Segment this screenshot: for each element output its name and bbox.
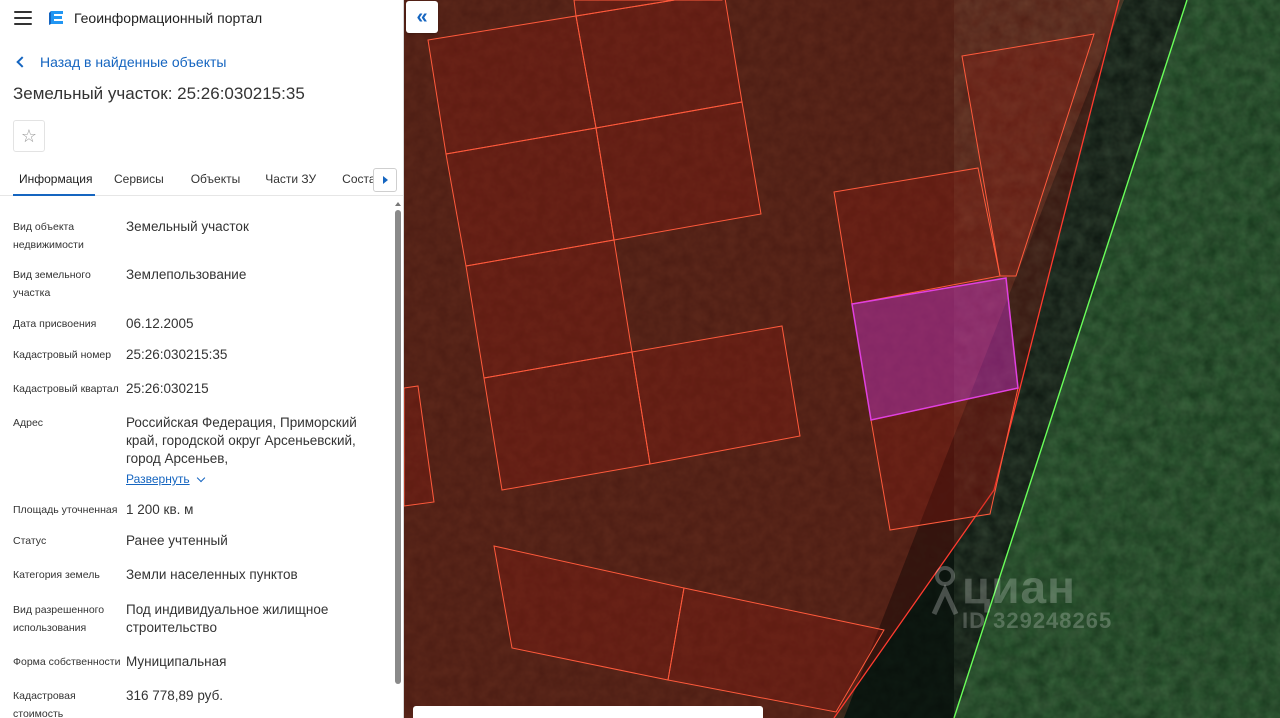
back-link-label: Назад в найденные объекты xyxy=(40,54,227,70)
property-row: Статус Ранее учтенный xyxy=(0,532,392,550)
expand-label: Развернуть xyxy=(126,472,190,486)
map-view[interactable] xyxy=(404,0,1280,718)
double-chevron-left-icon: « xyxy=(416,5,428,28)
property-label: Статус xyxy=(13,535,47,547)
property-value: 06.12.2005 xyxy=(126,316,194,331)
map-canvas xyxy=(404,0,1280,718)
property-value: 316 778,89 руб. xyxy=(126,688,224,703)
watermark-pin-icon xyxy=(931,566,959,616)
menu-icon[interactable] xyxy=(14,11,32,25)
tab-parcel-parts[interactable]: Части ЗУ xyxy=(265,164,316,196)
tabs-scroll-right-button[interactable] xyxy=(373,168,397,192)
property-label: Кадастровая стоимость xyxy=(13,690,76,718)
expand-address-link[interactable]: Развернуть xyxy=(126,470,205,488)
page-title: Земельный участок: 25:26:030215:35 xyxy=(13,84,305,103)
property-value: Земельный участок xyxy=(126,219,249,234)
property-row: Категория земель Земли населенных пункто… xyxy=(0,566,392,584)
property-row-address: Адрес Российская Федерация, Приморский к… xyxy=(0,414,392,488)
property-value: Муниципальная xyxy=(126,654,227,669)
property-value: Земли населенных пунктов xyxy=(126,567,298,582)
map-bottom-toolbar[interactable] xyxy=(413,706,763,718)
property-label: Вид разрешенного использования xyxy=(13,604,105,634)
property-value: Под индивидуальное жилищное строительств… xyxy=(126,602,329,635)
property-row: Вид разрешенного использования Под индив… xyxy=(0,601,392,637)
tab-services[interactable]: Сервисы xyxy=(114,164,164,196)
property-value: 1 200 кв. м xyxy=(126,502,194,517)
property-row: Форма собственности Муниципальная xyxy=(0,653,392,671)
portal-logo-icon xyxy=(49,11,63,25)
property-label: Вид земельного участка xyxy=(13,269,91,299)
property-row: Дата присвоения 06.12.2005 xyxy=(0,315,392,333)
property-label: Адрес xyxy=(13,417,44,429)
property-label: Категория земель xyxy=(13,569,100,581)
property-label: Кадастровый номер xyxy=(13,349,112,361)
back-to-results-link[interactable]: Назад в найденные объекты xyxy=(0,50,403,74)
property-value: Ранее учтенный xyxy=(126,533,228,548)
property-label: Вид объекта недвижимости xyxy=(13,221,84,251)
portal-title: Геоинформационный портал xyxy=(74,10,263,26)
collapse-panel-button[interactable]: « xyxy=(406,1,438,33)
top-bar: Геоинформационный портал xyxy=(0,0,403,36)
property-row: Площадь уточненная 1 200 кв. м xyxy=(0,501,392,519)
star-icon: ☆ xyxy=(20,125,38,146)
tab-objects[interactable]: Объекты xyxy=(191,164,241,196)
property-label: Форма собственности xyxy=(13,656,121,668)
tab-information[interactable]: Информация xyxy=(13,164,95,196)
watermark: циан ID 329248265 xyxy=(928,560,1112,634)
panel-scrollbar[interactable] xyxy=(393,200,403,718)
property-row: Вид объекта недвижимости Земельный участ… xyxy=(0,218,392,254)
property-value: 25:26:030215:35 xyxy=(126,347,228,362)
property-value: Землепользование xyxy=(126,267,247,282)
property-row: Вид земельного участка Землепользование xyxy=(0,266,392,302)
scroll-up-arrow-icon[interactable] xyxy=(395,202,401,206)
chevron-down-icon xyxy=(196,473,205,482)
property-row: Кадастровая стоимость 316 778,89 руб. xyxy=(0,687,392,718)
info-panel: Геоинформационный портал Назад в найденн… xyxy=(0,0,404,718)
caret-right-icon xyxy=(382,176,388,184)
property-label: Площадь уточненная xyxy=(13,504,118,516)
property-label: Кадастровый квартал xyxy=(13,383,119,395)
property-row: Кадастровый квартал 25:26:030215 xyxy=(0,380,392,398)
property-label: Дата присвоения xyxy=(13,318,97,330)
chevron-left-icon xyxy=(16,56,28,68)
scroll-thumb[interactable] xyxy=(395,210,401,684)
address-value: Российская Федерация, Приморский край, г… xyxy=(126,415,357,466)
tab-bar: Информация Сервисы Объекты Части ЗУ Сост… xyxy=(0,164,403,196)
property-value: 25:26:030215 xyxy=(126,381,209,396)
favorite-button[interactable]: ☆ xyxy=(13,120,45,152)
property-row: Кадастровый номер 25:26:030215:35 xyxy=(0,346,392,364)
